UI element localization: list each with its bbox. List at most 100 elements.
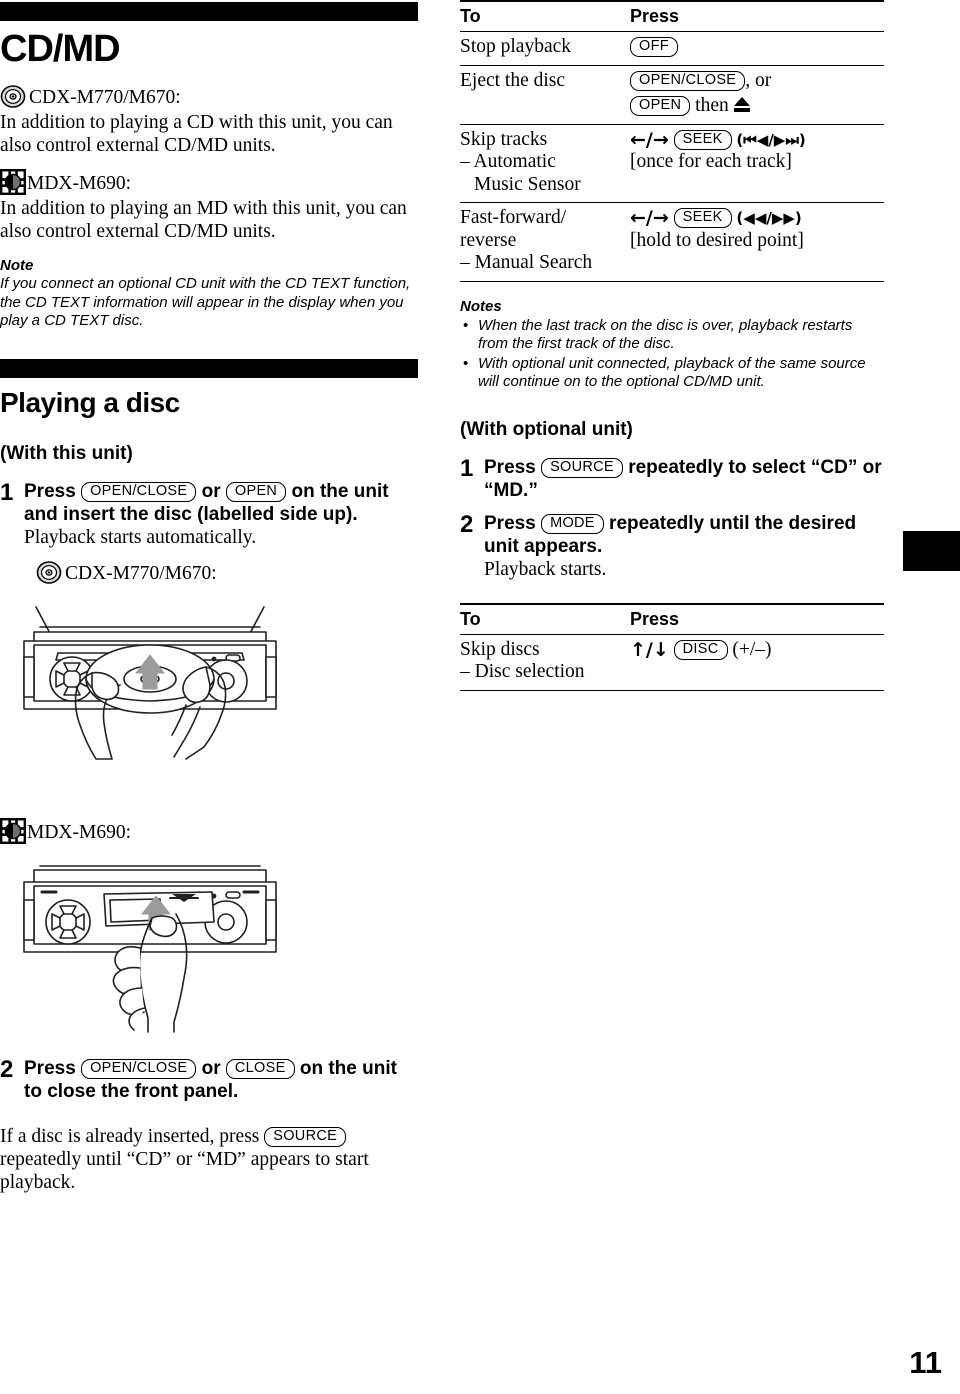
column-header-to: To (460, 602, 630, 635)
step-number: 2 (460, 510, 474, 538)
notes-list: When the last track on the disc is over,… (460, 317, 884, 392)
disc-plus-minus: (+/–) (732, 638, 772, 660)
row-action-sub2: – Manual Search (460, 252, 593, 273)
row-action-skip-discs: Skip discs – Disc selection (460, 634, 630, 691)
cd-model-line: CDX-M770/M670: (0, 83, 420, 111)
row-action-stop-playback: Stop playback (460, 31, 630, 66)
track-skip-icons: (⏮◀/▶⏭) (736, 130, 806, 149)
key-disc[interactable]: DISC (673, 639, 728, 660)
right-step-2: 2 Press MODE repeatedly until the desire… (460, 512, 884, 581)
row-action-fast-forward: Fast-forward/ reverse – Manual Search (460, 202, 630, 282)
key-open-close[interactable]: OPEN/CLOSE (630, 70, 746, 91)
cd-disc-icon (36, 559, 62, 585)
fast-forward-icons: (◀◀/▶▶) (736, 209, 802, 227)
step-number: 2 (0, 1055, 14, 1083)
table-row: Eject the disc OPEN/CLOSE, or OPEN then (460, 65, 884, 125)
right-column: To Press Stop playback OFF Eject the dis… (460, 0, 884, 691)
key-source[interactable]: SOURCE (541, 457, 623, 478)
page-number: 11 (909, 1345, 942, 1380)
subhead-with-this-unit: (With this unit) (0, 442, 133, 464)
key-source[interactable]: SOURCE (264, 1126, 347, 1147)
row-action-sub1: – Automatic (460, 151, 556, 172)
press-label: Press (484, 456, 536, 478)
row-action-sub1: reverse (460, 229, 517, 251)
row-press-eject-disc: OPEN/CLOSE, or OPEN then (630, 65, 884, 125)
row-action-sub1: – Disc selection (460, 661, 585, 682)
press-label: Press (24, 1057, 76, 1079)
or-label: or (201, 480, 221, 502)
key-open-close[interactable]: OPEN/CLOSE (81, 481, 197, 502)
key-seek[interactable]: SEEK (673, 208, 732, 228)
key-mode[interactable]: MODE (541, 513, 604, 534)
eject-suffix: , or (745, 69, 772, 91)
step-number: 1 (460, 454, 474, 482)
section-title: Playing a disc (0, 386, 180, 418)
figure1-caption-line: CDX-M770/M670: (36, 559, 420, 587)
figure2-caption-line: MDX-M690: (0, 817, 420, 846)
row-action-title: Skip discs (460, 638, 540, 660)
disc-arrows-icon: ↑/↓ (630, 638, 669, 661)
row-press-skip-discs: ↑/↓ DISC (+/–) (630, 634, 884, 691)
thumb-index-tab (903, 531, 960, 571)
md-model-label: MDX-M690: (27, 173, 132, 194)
md-disc-icon (0, 169, 27, 196)
column-header-press: Press (630, 602, 884, 635)
section-rule (0, 358, 418, 378)
step-sub-text: Playback starts automatically. (24, 526, 257, 548)
table-header-row: To Press (460, 0, 884, 32)
row-action-sub2: Music Sensor (474, 173, 581, 195)
table-row: Fast-forward/ reverse – Manual Search ←/… (460, 202, 884, 282)
step-trailing-text: repeatedly until the desired unit appear… (484, 512, 857, 557)
figure2-caption: MDX-M690: (27, 821, 132, 843)
cd-disc-icon (0, 83, 26, 109)
note-item: With optional unit connected, playback o… (460, 355, 884, 392)
left-step-1: 1 Press OPEN/CLOSE or OPEN on the unit a… (0, 480, 420, 549)
note-text: If you connect an optional CD unit with … (0, 275, 411, 329)
row-action-title: Skip tracks (460, 128, 548, 150)
key-open[interactable]: OPEN (630, 96, 691, 116)
note-heading: Note (0, 257, 34, 274)
then-label: then (695, 95, 729, 116)
key-open[interactable]: OPEN (225, 481, 287, 502)
seek-arrows-icon: ←/→ (630, 128, 669, 151)
row-press-skip-tracks: ←/→ SEEK (⏮◀/▶⏭) [once for each track] (630, 124, 884, 203)
md-model-text: In addition to playing an MD with this u… (0, 198, 407, 242)
row-press-hint: [once for each track] (630, 151, 792, 172)
table-header-row: To Press (460, 602, 884, 635)
row-action-skip-tracks: Skip tracks – Automatic Music Sensor (460, 124, 630, 203)
key-open-close[interactable]: OPEN/CLOSE (81, 1058, 197, 1079)
cd-model-label: CDX-M770/M670: (29, 87, 181, 108)
md-model-line: MDX-M690: (0, 169, 420, 197)
main-operations-table: To Press Stop playback OFF Eject the dis… (460, 0, 884, 282)
press-label: Press (484, 512, 536, 534)
press-label: Press (24, 480, 76, 502)
chapter-rule (0, 2, 418, 21)
disc-operations-table: To Press Skip discs – Disc selection ↑/↓… (460, 602, 884, 691)
right-step-1: 1 Press SOURCE repeatedly to select “CD”… (460, 456, 884, 502)
step-number: 1 (0, 478, 14, 506)
key-off[interactable]: OFF (630, 37, 678, 57)
or-label: or (201, 1057, 221, 1079)
table-row: Skip tracks – Automatic Music Sensor ←/→… (460, 124, 884, 203)
subhead-with-optional-unit: (With optional unit) (460, 418, 633, 440)
key-seek[interactable]: SEEK (673, 129, 732, 150)
row-press-stop-playback: OFF (630, 31, 884, 66)
step-instruction: Press OPEN/CLOSE or OPEN on the unit and… (24, 480, 420, 526)
step-sub-text: Playback starts. (484, 558, 607, 580)
table-row: Stop playback OFF (460, 31, 884, 66)
column-header-press: Press (630, 0, 884, 32)
seek-arrows-icon: ←/→ (630, 207, 669, 229)
closing-after-text: repeatedly until “CD” or “MD” appears to… (0, 1148, 369, 1193)
row-action-title: Fast-forward/ (460, 207, 567, 228)
step-instruction: Press OPEN/CLOSE or CLOSE on the unit to… (24, 1057, 420, 1103)
key-close[interactable]: CLOSE (225, 1058, 295, 1079)
row-press-fast-forward: ←/→ SEEK (◀◀/▶▶) [hold to desired point] (630, 202, 884, 282)
manual-page: CD/MD CDX-M770/M670: In addition to play… (0, 0, 960, 1394)
row-press-hint: [hold to desired point] (630, 229, 804, 251)
figure1-caption: CDX-M770/M670: (65, 562, 217, 584)
page-title: CD/MD (0, 28, 121, 70)
figure-md-insert (0, 856, 420, 1041)
step-instruction: Press MODE repeatedly until the desired … (484, 512, 884, 558)
table-row: Skip discs – Disc selection ↑/↓ DISC (+/… (460, 634, 884, 691)
closing-paragraph: If a disc is already inserted, press SOU… (0, 1125, 420, 1194)
